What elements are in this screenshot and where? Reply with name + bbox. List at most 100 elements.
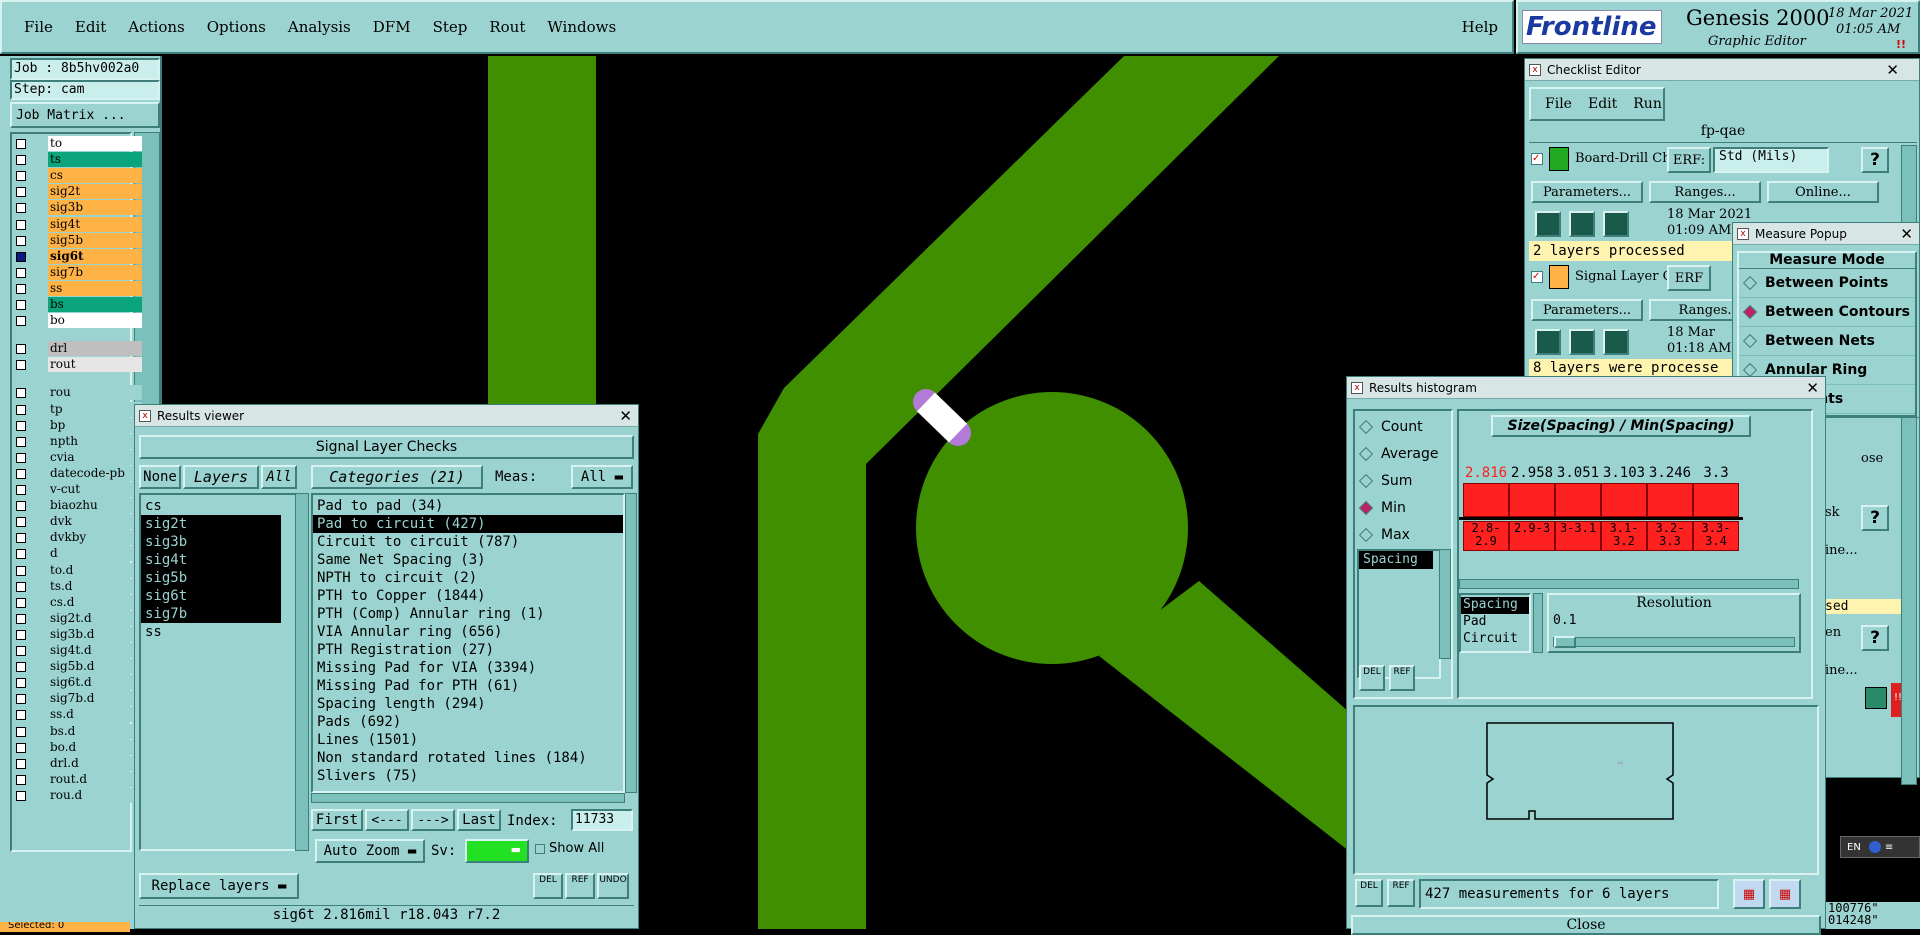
histogram-option[interactable]: Sum — [1355, 467, 1451, 494]
layer-name[interactable]: sig7b.d — [48, 691, 142, 707]
layer-name[interactable]: npth — [48, 433, 142, 449]
close-icon[interactable]: ✕ — [1886, 61, 1899, 79]
sv-color-dropdown[interactable]: ▬ — [465, 839, 529, 863]
layer-name[interactable]: drl — [48, 341, 142, 357]
rv-category-item[interactable]: Missing Pad for VIA (3394) — [313, 659, 623, 677]
menu-file[interactable]: File — [24, 18, 53, 36]
layer-checkbox[interactable] — [16, 549, 26, 560]
rv-layer-item[interactable]: sig3b — [141, 533, 281, 551]
resolution-slider[interactable] — [1553, 636, 1795, 648]
meas-dropdown[interactable]: All ▬ — [571, 465, 633, 489]
categories-hscrollbar[interactable] — [311, 793, 625, 803]
chart-scrollbar[interactable] — [1459, 579, 1799, 589]
rv-category-item[interactable]: Lines (1501) — [313, 731, 623, 749]
language-indicator[interactable]: EN — [1847, 842, 1861, 853]
layer-name[interactable]: v-cut — [48, 482, 142, 497]
layer-checkbox[interactable] — [16, 662, 26, 673]
layer-checkbox[interactable] — [16, 694, 26, 705]
measure-option[interactable]: Between Contours — [1739, 298, 1915, 327]
layer-name[interactable]: ss.d — [48, 707, 142, 723]
layer-checkbox[interactable] — [16, 613, 26, 624]
layer-checkbox[interactable] — [16, 629, 26, 640]
layer-checkbox[interactable] — [16, 452, 26, 463]
help-button[interactable]: ? — [1861, 625, 1889, 651]
layer-row[interactable]: sig2t.d — [12, 610, 142, 627]
layer-row[interactable]: sig7b — [12, 264, 142, 281]
run-icon[interactable] — [1603, 211, 1629, 237]
menu-options[interactable]: Options — [207, 18, 266, 36]
rv-category-item[interactable]: Spacing length (294) — [313, 695, 623, 713]
layer-name[interactable]: sig7b — [48, 264, 142, 280]
layer-row[interactable]: ss — [12, 280, 142, 297]
close-icon[interactable]: ✕ — [1900, 225, 1913, 243]
layer-name[interactable]: sig4t.d — [48, 643, 142, 658]
layer-checkbox[interactable] — [16, 388, 26, 399]
measure-option[interactable]: Between Points — [1739, 269, 1915, 298]
layer-row[interactable]: dvkby — [12, 530, 142, 546]
layer-checkbox[interactable] — [16, 485, 26, 495]
type-scrollbar[interactable] — [1533, 593, 1543, 653]
layer-row[interactable]: v-cut — [12, 482, 142, 498]
checklist-menu-run[interactable]: Run — [1633, 96, 1662, 112]
histogram-bar[interactable] — [1509, 483, 1555, 517]
undo-button[interactable]: UNDO — [597, 873, 629, 899]
results-viewer-titlebar[interactable]: x Results viewer ✕ — [135, 405, 638, 427]
rv-layer-item[interactable]: sig5b — [141, 569, 281, 587]
layer-name[interactable]: sig2t — [48, 184, 142, 200]
layer-checkbox[interactable] — [16, 501, 26, 512]
replace-layers-dropdown[interactable]: Replace layers ▬ — [139, 873, 299, 899]
rv-layer-item[interactable]: sig6t — [141, 587, 281, 605]
ref-button[interactable]: REF — [565, 873, 595, 899]
layer-row[interactable]: sig7b.d — [12, 691, 142, 707]
layer-name[interactable]: bs — [48, 297, 142, 312]
close-icon[interactable]: ✕ — [1806, 379, 1819, 397]
layer-row[interactable]: ss.d — [12, 707, 142, 723]
layer-name[interactable]: bs.d — [48, 723, 142, 739]
bottom-ref-button[interactable]: REF — [1387, 879, 1415, 907]
histogram-bar[interactable] — [1601, 483, 1647, 517]
menu-rout[interactable]: Rout — [489, 18, 525, 36]
layer-row[interactable]: rout.d — [12, 771, 142, 788]
index-input[interactable]: 11733 — [571, 809, 633, 831]
menu-windows[interactable]: Windows — [547, 18, 616, 36]
layer-name[interactable]: cvia — [48, 449, 142, 465]
layer-checkbox[interactable] — [16, 344, 26, 355]
layer-name[interactable]: bo — [48, 313, 142, 329]
rv-category-item[interactable]: Non standard rotated lines (184) — [313, 749, 623, 767]
run-icon[interactable] — [1603, 329, 1629, 355]
layer-row[interactable]: npth — [12, 433, 142, 450]
layer-name[interactable]: bp — [48, 417, 142, 433]
layer-checkbox[interactable] — [16, 678, 26, 689]
checklist-menu-file[interactable]: File — [1545, 96, 1572, 112]
layer-name[interactable]: cs.d — [48, 594, 142, 610]
histogram-bar[interactable] — [1463, 483, 1509, 517]
layer-row[interactable]: to.d — [12, 562, 142, 579]
histogram-bar[interactable] — [1555, 483, 1601, 517]
menu-help[interactable]: Help — [1462, 18, 1498, 36]
del-button[interactable]: DEL — [533, 873, 563, 899]
layer-checkbox[interactable] — [16, 404, 26, 415]
item1-checkbox[interactable]: ✓ — [1531, 153, 1543, 165]
item2-parameters-button[interactable]: Parameters... — [1531, 299, 1643, 321]
type-item[interactable]: Circuit — [1461, 631, 1529, 648]
layer-row[interactable]: sig2t — [12, 184, 142, 200]
measure-titlebar[interactable]: x Measure Popup ✕ — [1733, 223, 1919, 245]
menu-step[interactable]: Step — [433, 18, 468, 36]
layer-row[interactable]: bs.d — [12, 723, 142, 740]
layer-checkbox[interactable] — [16, 267, 26, 278]
rv-category-item[interactable]: PTH Registration (27) — [313, 641, 623, 659]
layer-checkbox[interactable] — [16, 517, 26, 528]
layer-row[interactable]: dvk — [12, 514, 142, 530]
layer-row[interactable]: rou.d — [12, 787, 142, 804]
histogram-list-scrollbar[interactable] — [1439, 549, 1451, 659]
rv-layer-item[interactable]: cs — [141, 497, 281, 515]
layer-name[interactable]: rou — [48, 385, 142, 401]
job-matrix-button[interactable]: Job Matrix ... — [10, 102, 160, 128]
layer-row[interactable]: bo — [12, 313, 142, 329]
layer-checkbox[interactable] — [16, 565, 26, 576]
layer-checkbox[interactable] — [16, 742, 26, 753]
histogram-close-button[interactable]: Close — [1351, 915, 1821, 935]
layer-name[interactable]: rout.d — [48, 771, 142, 787]
histogram-bar[interactable] — [1647, 483, 1693, 517]
histogram-list-item[interactable]: Spacing — [1359, 551, 1433, 569]
